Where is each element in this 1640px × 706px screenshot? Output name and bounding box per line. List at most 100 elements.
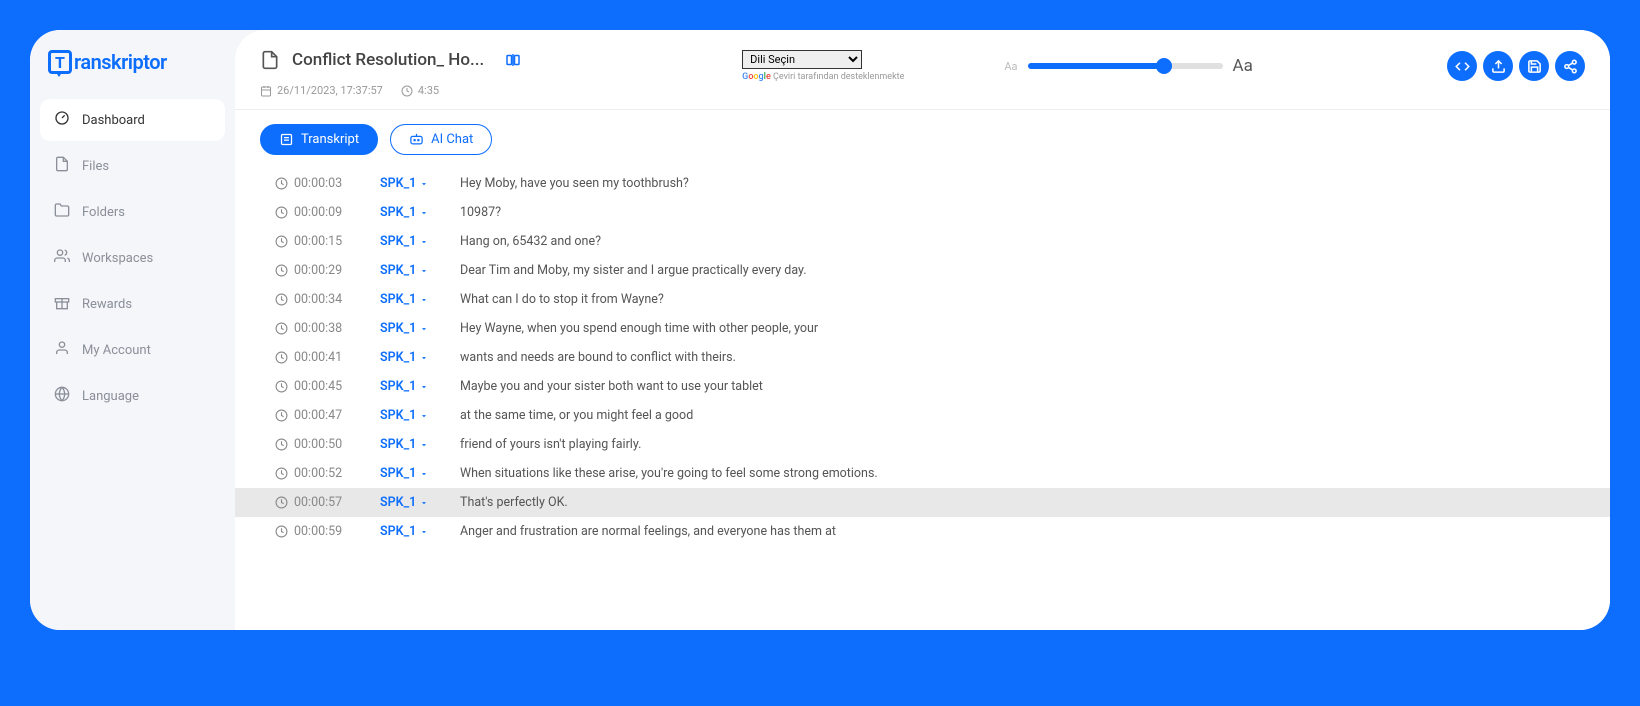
transcript-row[interactable]: 00:00:41 SPK_1 wants and needs are bound… xyxy=(235,343,1610,372)
clock-icon xyxy=(275,525,288,538)
logo[interactable]: T ranskriptor xyxy=(40,50,225,74)
sidebar-item-files[interactable]: Files xyxy=(40,145,225,187)
transcript-row[interactable]: 00:00:03 SPK_1 Hey Moby, have you seen m… xyxy=(235,169,1610,198)
speaker-dropdown[interactable]: SPK_1 xyxy=(380,495,440,510)
google-badge: Google xyxy=(742,72,771,82)
font-slider-thumb[interactable] xyxy=(1156,58,1172,74)
transcript-text[interactable]: Hey Moby, have you seen my toothbrush? xyxy=(460,176,1585,191)
transcript-text[interactable]: Dear Tim and Moby, my sister and I argue… xyxy=(460,263,1585,278)
transcript-row[interactable]: 00:00:57 SPK_1 That's perfectly OK. xyxy=(235,488,1610,517)
clock-icon xyxy=(275,293,288,306)
transcript-list: 00:00:03 SPK_1 Hey Moby, have you seen m… xyxy=(235,169,1610,630)
embed-button[interactable] xyxy=(1447,51,1477,81)
transcript-row[interactable]: 00:00:29 SPK_1 Dear Tim and Moby, my sis… xyxy=(235,256,1610,285)
transcript-row[interactable]: 00:00:09 SPK_1 10987? xyxy=(235,198,1610,227)
row-timestamp: 00:00:52 xyxy=(275,466,360,481)
chevron-down-icon xyxy=(419,179,429,189)
clock-icon xyxy=(275,177,288,190)
speaker-dropdown[interactable]: SPK_1 xyxy=(380,437,440,452)
speaker-dropdown[interactable]: SPK_1 xyxy=(380,176,440,191)
transcript-text[interactable]: What can I do to stop it from Wayne? xyxy=(460,292,1585,307)
sidebar-item-label: My Account xyxy=(82,343,151,358)
folder-icon xyxy=(54,202,70,222)
sidebar-item-label: Folders xyxy=(82,205,125,220)
export-button[interactable] xyxy=(1483,51,1513,81)
header: Conflict Resolution_ Ho... 26/11/2023, 1… xyxy=(235,30,1610,110)
save-button[interactable] xyxy=(1519,51,1549,81)
timestamp-text: 00:00:45 xyxy=(294,379,342,394)
speaker-dropdown[interactable]: SPK_1 xyxy=(380,234,440,249)
dashboard-icon xyxy=(54,110,70,130)
chevron-down-icon xyxy=(419,266,429,276)
chevron-down-icon xyxy=(419,237,429,247)
timestamp-text: 00:00:15 xyxy=(294,234,342,249)
row-timestamp: 00:00:50 xyxy=(275,437,360,452)
transcript-text[interactable]: friend of yours isn't playing fairly. xyxy=(460,437,1585,452)
tab-aichat-label: AI Chat xyxy=(431,132,473,147)
speaker-dropdown[interactable]: SPK_1 xyxy=(380,466,440,481)
tab-aichat[interactable]: AI Chat xyxy=(390,124,492,155)
transcript-row[interactable]: 00:00:52 SPK_1 When situations like thes… xyxy=(235,459,1610,488)
speaker-label: SPK_1 xyxy=(380,292,416,307)
speaker-dropdown[interactable]: SPK_1 xyxy=(380,524,440,539)
speaker-dropdown[interactable]: SPK_1 xyxy=(380,379,440,394)
speaker-label: SPK_1 xyxy=(380,466,416,481)
transcript-text[interactable]: Hang on, 65432 and one? xyxy=(460,234,1585,249)
row-timestamp: 00:00:45 xyxy=(275,379,360,394)
row-timestamp: 00:00:47 xyxy=(275,408,360,423)
transcript-row[interactable]: 00:00:15 SPK_1 Hang on, 65432 and one? xyxy=(235,227,1610,256)
globe-icon xyxy=(54,386,70,406)
speaker-dropdown[interactable]: SPK_1 xyxy=(380,350,440,365)
speaker-dropdown[interactable]: SPK_1 xyxy=(380,263,440,278)
font-small-label: Aa xyxy=(1004,60,1017,73)
tab-transcript[interactable]: Transkript xyxy=(260,124,378,155)
row-timestamp: 00:00:41 xyxy=(275,350,360,365)
transcript-icon xyxy=(279,132,294,147)
transcript-text[interactable]: at the same time, or you might feel a go… xyxy=(460,408,1585,423)
transcript-row[interactable]: 00:00:34 SPK_1 What can I do to stop it … xyxy=(235,285,1610,314)
rename-icon[interactable] xyxy=(504,51,522,69)
transcript-row[interactable]: 00:00:59 SPK_1 Anger and frustration are… xyxy=(235,517,1610,546)
chevron-down-icon xyxy=(419,498,429,508)
page-title: Conflict Resolution_ Ho... xyxy=(292,50,484,70)
font-slider[interactable] xyxy=(1028,63,1223,69)
clock-icon xyxy=(275,438,288,451)
transcript-text[interactable]: 10987? xyxy=(460,205,1585,220)
transcript-row[interactable]: 00:00:50 SPK_1 friend of yours isn't pla… xyxy=(235,430,1610,459)
transcript-row[interactable]: 00:00:38 SPK_1 Hey Wayne, when you spend… xyxy=(235,314,1610,343)
share-button[interactable] xyxy=(1555,51,1585,81)
sidebar-item-label: Workspaces xyxy=(82,251,153,266)
sidebar-item-dashboard[interactable]: Dashboard xyxy=(40,99,225,141)
transcript-text[interactable]: Maybe you and your sister both want to u… xyxy=(460,379,1585,394)
speaker-dropdown[interactable]: SPK_1 xyxy=(380,408,440,423)
timestamp-text: 00:00:41 xyxy=(294,350,342,365)
transcript-text[interactable]: That's perfectly OK. xyxy=(460,495,1585,510)
row-timestamp: 00:00:57 xyxy=(275,495,360,510)
transcript-text[interactable]: Anger and frustration are normal feeling… xyxy=(460,524,1585,539)
transcript-row[interactable]: 00:00:47 SPK_1 at the same time, or you … xyxy=(235,401,1610,430)
sidebar-item-workspaces[interactable]: Workspaces xyxy=(40,237,225,279)
language-note: Google Çeviri tarafından desteklenmekte xyxy=(742,72,904,82)
speaker-dropdown[interactable]: SPK_1 xyxy=(380,292,440,307)
transcript-text[interactable]: Hey Wayne, when you spend enough time wi… xyxy=(460,321,1585,336)
main-panel: Conflict Resolution_ Ho... 26/11/2023, 1… xyxy=(235,30,1610,630)
sidebar-item-label: Files xyxy=(82,159,109,174)
logo-icon: T xyxy=(48,50,72,74)
speaker-dropdown[interactable]: SPK_1 xyxy=(380,321,440,336)
transcript-text[interactable]: When situations like these arise, you're… xyxy=(460,466,1585,481)
speaker-label: SPK_1 xyxy=(380,524,416,539)
sidebar-item-my-account[interactable]: My Account xyxy=(40,329,225,371)
language-block: Dili Seçin Google Çeviri tarafından dest… xyxy=(742,50,904,82)
sidebar-nav: Dashboard Files Folders Workspaces Rewards My… xyxy=(40,99,225,417)
clock-icon xyxy=(275,351,288,364)
transcript-row[interactable]: 00:00:45 SPK_1 Maybe you and your sister… xyxy=(235,372,1610,401)
clock-icon xyxy=(275,496,288,509)
sidebar-item-folders[interactable]: Folders xyxy=(40,191,225,233)
sidebar-item-language[interactable]: Language xyxy=(40,375,225,417)
speaker-dropdown[interactable]: SPK_1 xyxy=(380,205,440,220)
language-select[interactable]: Dili Seçin xyxy=(742,50,862,69)
transcript-text[interactable]: wants and needs are bound to conflict wi… xyxy=(460,350,1585,365)
user-icon xyxy=(54,340,70,360)
speaker-label: SPK_1 xyxy=(380,263,416,278)
sidebar-item-rewards[interactable]: Rewards xyxy=(40,283,225,325)
